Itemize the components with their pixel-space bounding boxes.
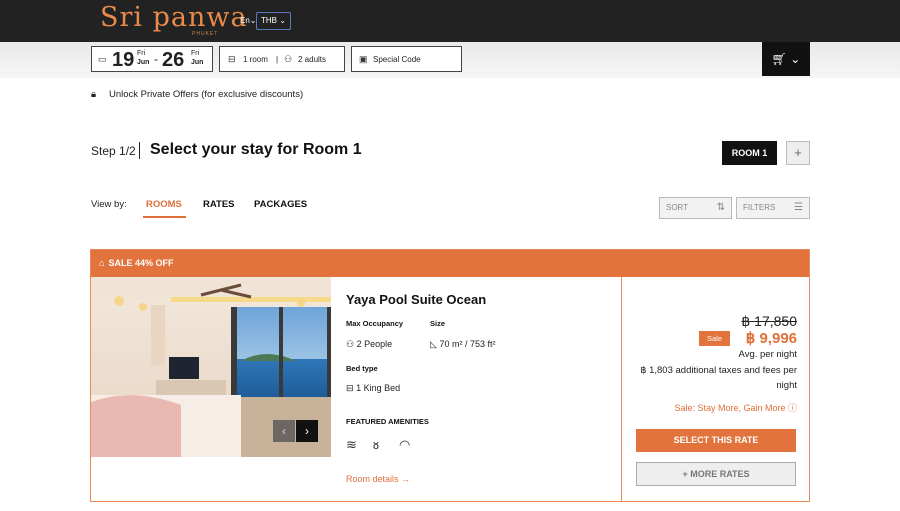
taxes-fees-text: ฿ 1,803 additional taxes and fees per ni… [640,365,797,391]
max-occupancy-value: ⚇ 2 People [346,339,393,349]
room-count: 1 room [243,55,268,64]
checkin-day: 19 [112,49,135,71]
pool-icon: ≋ [346,437,357,452]
card-divider [621,277,622,501]
divider: | [276,55,279,64]
tab-packages[interactable]: PACKAGES [254,199,307,210]
sliders-icon: ☰ [794,202,803,213]
bed-type-value: ⊟ 1 King Bed [346,383,401,393]
chevron-down-icon: ⌄ [790,52,801,66]
filters-button[interactable]: FILTERS ☰ [736,197,810,219]
bed-icon: ⊟ [346,383,354,393]
room-details-link[interactable]: Room details → [346,474,410,484]
active-tab-underline [143,216,186,218]
chevron-left-icon: ‹ [282,424,286,438]
logo-subtitle: PHUKET [192,31,219,37]
calendar-icon: ▭ [98,54,107,64]
tag-icon: ⌂ [99,258,105,268]
person-icon: ⚇ [346,339,355,349]
currency-selector[interactable]: THB ⌄ [256,12,291,30]
sale-price: ฿ 9,996 [745,330,797,347]
sort-button[interactable]: SORT ⇅ [659,197,732,219]
room-image[interactable]: ‹ › [91,277,331,457]
checkin-weekday: Fri [137,50,146,57]
lock-icon: 🔒︎ [91,89,97,100]
checkin-month: Jun [137,59,150,66]
top-header: Sri panwa PHUKET En⌄ THB ⌄ [0,0,900,42]
wifi-icon: ◠ [399,437,411,452]
bed-type-label: Bed type [346,364,378,373]
step-indicator: Step 1/2 [91,144,136,158]
price-per-night-label: Avg. per night [738,349,797,360]
room-card: ⌂ SALE 44% OFF ‹ › Yaya Pool Suite Ocean… [90,249,810,502]
cart-button[interactable]: 🛒︎ ⌄ [762,42,810,76]
sort-icon: ⇅ [716,202,725,213]
size-label: Size [430,319,446,328]
unlock-private-offers[interactable]: 🔒︎ Unlock Private Offers (for exclusive d… [91,89,303,100]
language-selector[interactable]: En⌄ [240,16,257,25]
size-value: ◺ 70 m² / 753 ft² [430,339,496,349]
tab-rooms[interactable]: ROOMS [146,199,182,210]
ticket-icon: ▣ [359,54,368,64]
chevron-down-icon: ⌄ [279,16,286,25]
date-selector[interactable]: ▭ 19 Fri Jun - 26 Fri Jun [91,46,213,72]
view-by-label: View by: [91,199,127,210]
checkout-weekday: Fri [191,50,200,57]
featured-amenities-label: FEATURED AMENITIES [346,417,429,426]
checkout-month: Jun [191,59,204,66]
room-1-button[interactable]: ROOM 1 [722,141,777,165]
logo[interactable]: Sri panwa [100,2,248,33]
room-name: Yaya Pool Suite Ocean [346,292,487,307]
sale-banner: ⌂ SALE 44% OFF [91,250,809,277]
bed-icon: ⊟ [228,54,236,64]
chevron-right-icon: › [305,424,309,438]
room-photo [91,277,331,457]
room-guest-selector[interactable]: ⊟ 1 room | ⚇ 2 adults [219,46,345,72]
tab-rates[interactable]: RATES [203,199,235,210]
ruler-icon: ◺ [430,339,437,349]
checkout-day: 26 [162,49,185,71]
page-title: Select your stay for Room 1 [150,141,362,158]
bicycle-icon: ᴕ [373,437,379,452]
special-code-field[interactable]: ▣ Special Code [351,46,462,72]
select-rate-button[interactable]: SELECT THIS RATE [636,429,796,452]
image-prev-button[interactable]: ‹ [273,420,295,442]
original-price: ฿ 17,850 [741,313,797,329]
max-occupancy-label: Max Occupancy [346,319,404,328]
date-separator: - [154,52,158,66]
more-rates-button[interactable]: + MORE RATES [636,462,796,486]
step-separator [139,142,140,159]
promo-link[interactable]: Sale: Stay More, Gain More ⓘ [631,401,797,414]
special-code-label: Special Code [373,55,421,64]
add-room-button[interactable]: + [786,141,810,165]
people-icon: ⚇ [284,54,293,64]
guest-count: 2 adults [298,55,327,64]
image-next-button[interactable]: › [296,420,318,442]
cart-icon: 🛒︎ [771,52,787,66]
